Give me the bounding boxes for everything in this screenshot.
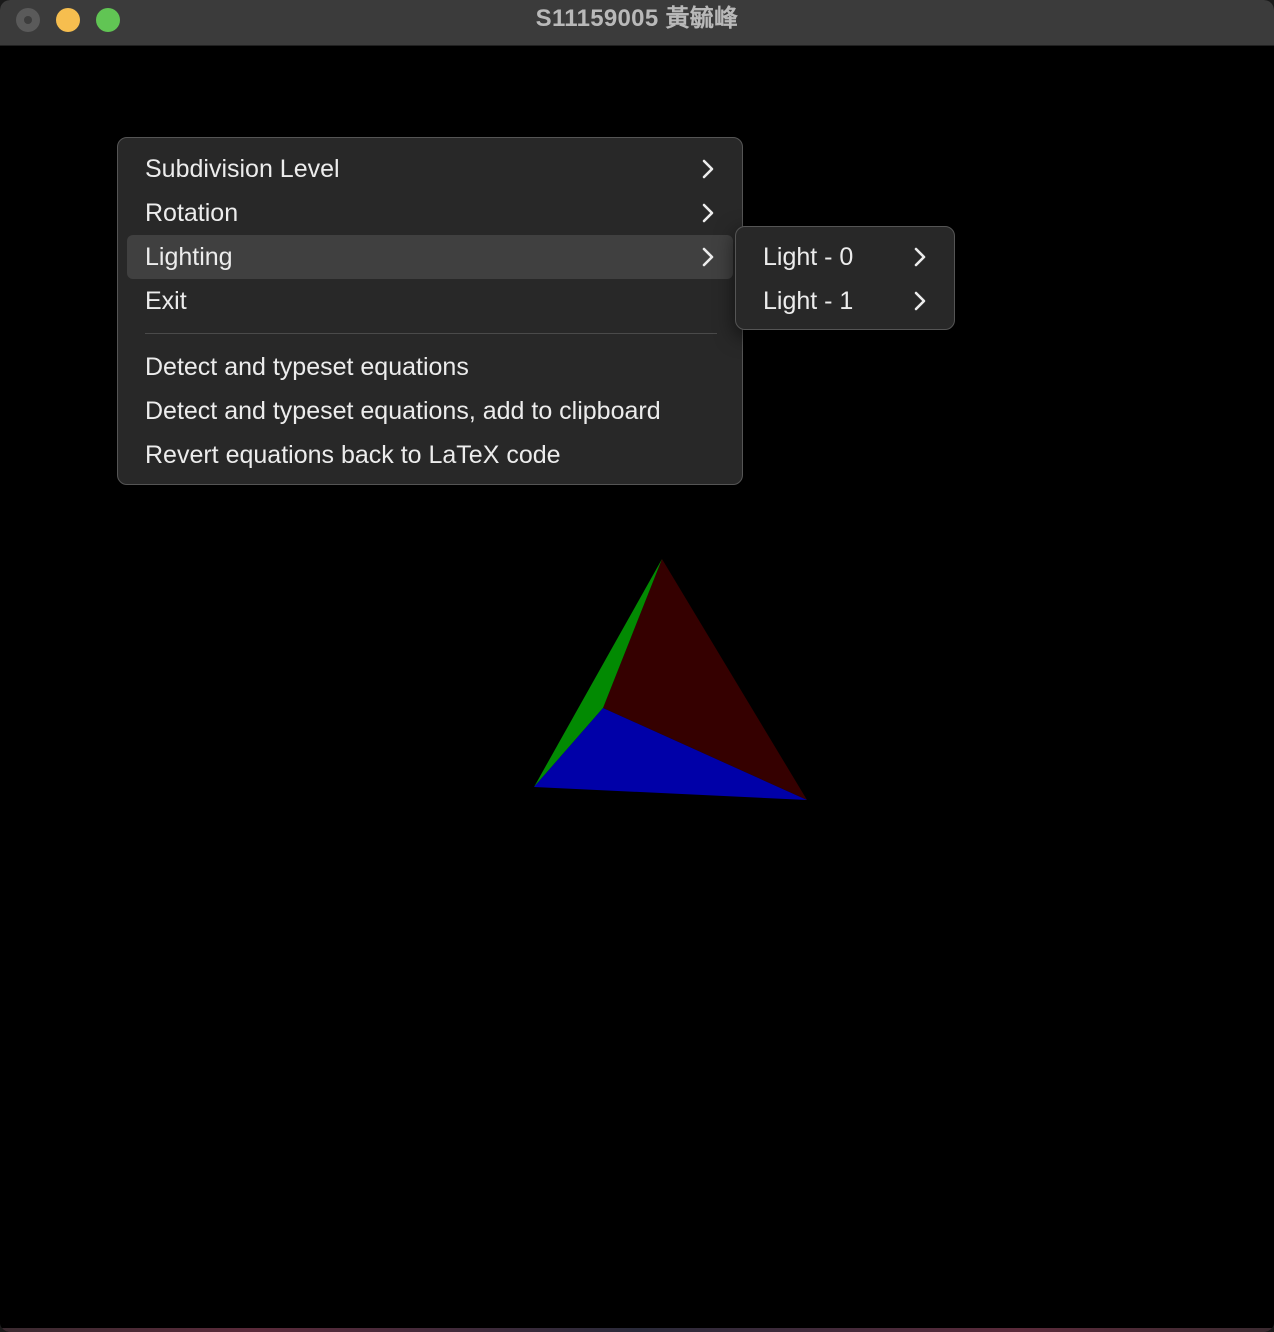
- menu-item-label: Rotation: [145, 199, 239, 227]
- menu-separator: [145, 333, 717, 334]
- chevron-right-icon: [701, 147, 715, 191]
- chevron-right-icon: [913, 279, 927, 323]
- submenu-item-light-0[interactable]: Light - 0: [745, 235, 945, 279]
- chevron-right-icon: [701, 191, 715, 235]
- lighting-submenu: Light - 0 Light - 1: [735, 226, 955, 330]
- menu-item-detect-typeset[interactable]: Detect and typeset equations: [127, 345, 733, 389]
- menu-item-revert-latex[interactable]: Revert equations back to LaTeX code: [127, 433, 733, 477]
- context-menu: Subdivision Level Rotation Lighting Exit…: [117, 137, 743, 485]
- menu-item-subdivision-level[interactable]: Subdivision Level: [127, 147, 733, 191]
- submenu-item-light-1[interactable]: Light - 1: [745, 279, 945, 323]
- window-bottom-edge: [0, 1328, 1274, 1332]
- menu-item-label: Subdivision Level: [145, 155, 340, 183]
- menu-item-label: Light - 0: [763, 243, 854, 271]
- menu-item-label: Detect and typeset equations: [145, 353, 469, 381]
- menu-item-rotation[interactable]: Rotation: [127, 191, 733, 235]
- menu-item-exit[interactable]: Exit: [127, 279, 733, 323]
- menu-item-label: Light - 1: [763, 287, 854, 315]
- chevron-right-icon: [701, 235, 715, 279]
- menu-item-label: Lighting: [145, 243, 233, 271]
- menu-item-label: Revert equations back to LaTeX code: [145, 441, 561, 469]
- menu-item-lighting[interactable]: Lighting: [127, 235, 733, 279]
- chevron-right-icon: [913, 235, 927, 279]
- app-window: S11159005 黃毓峰 Subdivision Level Rotation…: [0, 0, 1274, 1332]
- menu-item-label: Detect and typeset equations, add to cli…: [145, 397, 661, 425]
- window-title: S11159005 黃毓峰: [535, 5, 739, 32]
- menu-item-detect-typeset-clipboard[interactable]: Detect and typeset equations, add to cli…: [127, 389, 733, 433]
- menu-item-label: Exit: [145, 287, 187, 315]
- title-bar[interactable]: S11159005 黃毓峰: [0, 0, 1274, 46]
